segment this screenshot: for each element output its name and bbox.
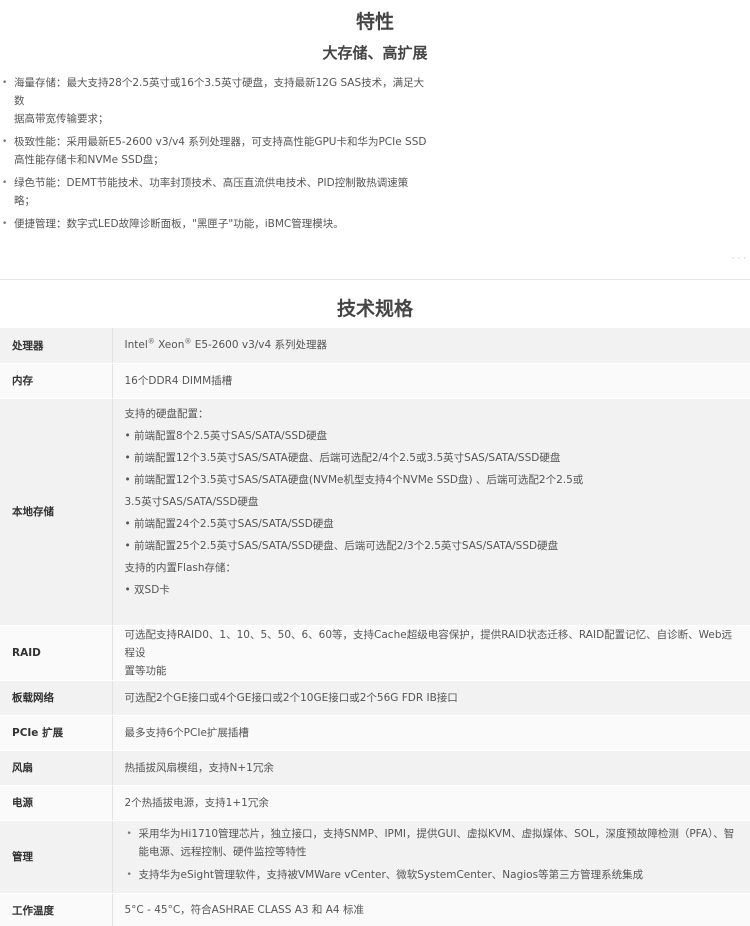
table-row: 处理器 Intel® Xeon® E5-2600 v3/v4 系列处理器 — [0, 328, 750, 364]
storage-line: • 前端配置12个3.5英寸SAS/SATA硬盘、后端可选配2/4个2.5或3.… — [124, 451, 561, 464]
management-line: 能电源、远程控制、硬件监控等特性 — [138, 845, 307, 858]
management-item: 支持华为eSight管理软件，支持被VMWare vCenter、微软Syste… — [125, 866, 739, 884]
feature-list: 海量存储：最大支持28个2.5英寸或16个3.5英寸硬盘，支持最新12G SAS… — [0, 74, 430, 238]
spec-value: 5°C - 45°C，符合ASHRAE CLASS A3 和 A4 标准 — [112, 893, 750, 926]
table-row: 风扇 热插拔风扇模组，支持N+1冗余 — [0, 750, 750, 786]
processor-model: E5-2600 v3/v4 系列处理器 — [191, 339, 328, 352]
spec-value-storage: 支持的硬盘配置： • 前端配置8个2.5英寸SAS/SATA/SSD硬盘 • 前… — [112, 398, 750, 626]
spec-value: 可选配2个GE接口或4个GE接口或2个10GE接口或2个56G FDR IB接口 — [112, 680, 750, 716]
feature-line: 海量存储：最大支持28个2.5英寸或16个3.5英寸硬盘，支持最新12G SAS… — [14, 77, 425, 107]
storage-line: • 前端配置12个3.5英寸SAS/SATA硬盘(NVMe机型支持4个NVMe … — [124, 473, 584, 486]
storage-line: • 前端配置24个2.5英寸SAS/SATA/SSD硬盘 — [124, 517, 334, 530]
feature-item-storage: 海量存储：最大支持28个2.5英寸或16个3.5英寸硬盘，支持最新12G SAS… — [0, 74, 430, 128]
table-row: 电源 2个热插拔电源，支持1+1冗余 — [0, 785, 750, 821]
features-title: 特性 — [355, 11, 394, 33]
feature-line: 极致性能：采用最新E5-2600 v3/v4 系列处理器，可支持高性能GPU卡和… — [14, 136, 427, 148]
spec-value: 2个热插拔电源，支持1+1冗余 — [112, 785, 750, 821]
storage-line: • 前端配置25个2.5英寸SAS/SATA/SSD硬盘、后端可选配2/3个2.… — [124, 539, 559, 552]
spec-key: RAID — [0, 625, 113, 681]
feature-line: 据高带宽传输要求； — [14, 113, 109, 125]
storage-line: 支持的内置Flash存储： — [124, 561, 237, 574]
spec-key: 内存 — [0, 363, 113, 399]
feature-line: 绿色节能：DEMT节能技术、功率封顶技术、高压直流供电技术、PID控制散热调速策 — [14, 177, 409, 189]
features-subtitle: 大存储、高扩展 — [322, 44, 428, 62]
spec-table: 处理器 Intel® Xeon® E5-2600 v3/v4 系列处理器 内存 … — [0, 328, 750, 926]
storage-line: • 前端配置8个2.5英寸SAS/SATA/SSD硬盘 — [124, 429, 328, 442]
table-row: PCIe 扩展 最多支持6个PCIe扩展插槽 — [0, 715, 750, 751]
decorative-dots: · · · — [731, 254, 746, 264]
table-row: 板载网络 可选配2个GE接口或4个GE接口或2个10GE接口或2个56G FDR… — [0, 680, 750, 716]
spec-key: PCIe 扩展 — [0, 715, 113, 751]
feature-line: 高性能存储卡和NVMe SSD盘； — [14, 154, 164, 166]
spec-key: 管理 — [0, 820, 113, 894]
spec-key: 电源 — [0, 785, 113, 821]
table-row: 管理 采用华为Hi1710管理芯片，独立接口，支持SNMP、IPMI，提供GUI… — [0, 820, 750, 894]
specs-title: 技术规格 — [336, 298, 413, 320]
processor-family: Xeon — [154, 339, 185, 352]
spec-value: 最多支持6个PCIe扩展插槽 — [112, 715, 750, 751]
management-line: 采用华为Hi1710管理芯片，独立接口，支持SNMP、IPMI，提供GUI、虚拟… — [138, 827, 735, 840]
feature-line: 便捷管理：数字式LED故障诊断面板，"黑匣子"功能，iBMC管理模块。 — [14, 218, 344, 230]
table-row: 工作温度 5°C - 45°C，符合ASHRAE CLASS A3 和 A4 标… — [0, 893, 750, 926]
spec-key: 处理器 — [0, 328, 113, 364]
feature-line: 略； — [14, 195, 35, 207]
spec-key: 风扇 — [0, 750, 113, 786]
spec-value-management: 采用华为Hi1710管理芯片，独立接口，支持SNMP、IPMI，提供GUI、虚拟… — [112, 820, 750, 894]
section-divider — [0, 279, 750, 280]
feature-item-performance: 极致性能：采用最新E5-2600 v3/v4 系列处理器，可支持高性能GPU卡和… — [0, 133, 430, 169]
storage-line: 支持的硬盘配置： — [124, 407, 209, 420]
table-row: 本地存储 支持的硬盘配置： • 前端配置8个2.5英寸SAS/SATA/SSD硬… — [0, 398, 750, 626]
spec-key: 板载网络 — [0, 680, 113, 716]
spec-key: 本地存储 — [0, 398, 113, 626]
features-section: 特性 大存储、高扩展 海量存储：最大支持28个2.5英寸或16个3.5英寸硬盘，… — [0, 0, 750, 280]
management-item: 采用华为Hi1710管理芯片，独立接口，支持SNMP、IPMI，提供GUI、虚拟… — [125, 825, 739, 861]
spec-value: 热插拔风扇模组，支持N+1冗余 — [112, 750, 750, 786]
feature-item-energy: 绿色节能：DEMT节能技术、功率封顶技术、高压直流供电技术、PID控制散热调速策… — [0, 174, 430, 210]
storage-line: • 双SD卡 — [124, 583, 170, 596]
processor-brand: Intel — [124, 339, 148, 352]
table-row: RAID 可选配支持RAID0、1、10、5、50、6、60等，支持Cache超… — [0, 625, 750, 681]
spec-value: 16个DDR4 DIMM插槽 — [112, 363, 750, 399]
raid-line: 可选配支持RAID0、1、10、5、50、6、60等，支持Cache超级电容保护… — [124, 628, 733, 659]
table-row: 内存 16个DDR4 DIMM插槽 — [0, 363, 750, 399]
storage-line: 3.5英寸SAS/SATA/SSD硬盘 — [124, 495, 259, 508]
spec-value-processor: Intel® Xeon® E5-2600 v3/v4 系列处理器 — [112, 328, 750, 364]
spec-value-raid: 可选配支持RAID0、1、10、5、50、6、60等，支持Cache超级电容保护… — [112, 625, 750, 681]
management-line: 支持华为eSight管理软件，支持被VMWare vCenter、微软Syste… — [138, 868, 644, 881]
spec-key: 工作温度 — [0, 893, 113, 926]
registered-mark: ® — [147, 337, 155, 346]
raid-line: 置等功能 — [124, 664, 167, 677]
feature-item-management: 便捷管理：数字式LED故障诊断面板，"黑匣子"功能，iBMC管理模块。 — [0, 215, 430, 233]
